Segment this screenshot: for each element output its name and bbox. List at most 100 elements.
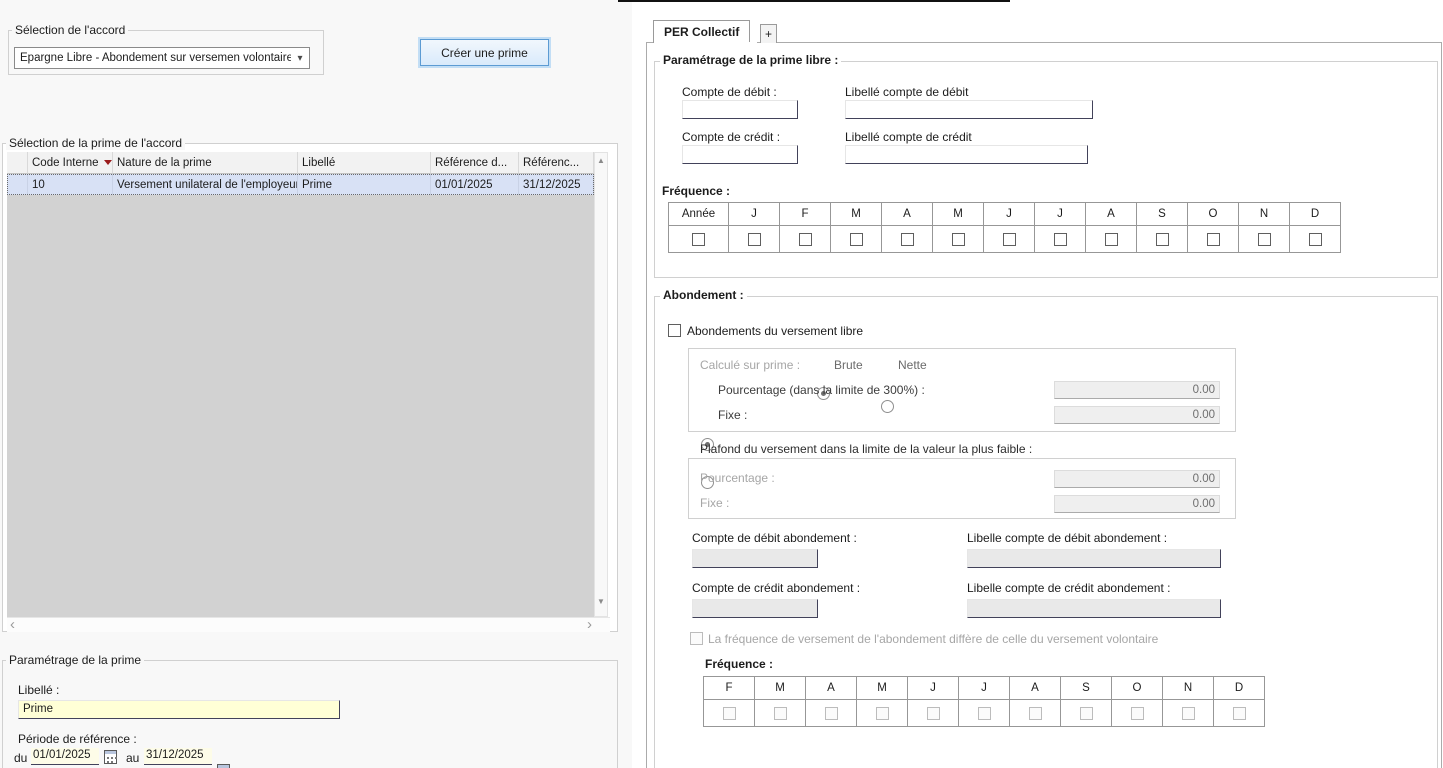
freq-checkbox[interactable] xyxy=(1308,232,1322,246)
abondement-title: Abondement : xyxy=(660,288,747,302)
freq-col-month: N xyxy=(1238,202,1290,226)
date-fin-input[interactable]: 31/12/2025 xyxy=(144,748,212,765)
chevron-down-icon: ▾ xyxy=(297,52,303,64)
plafond-label: Plafond du versement dans la limite de l… xyxy=(700,442,1033,456)
row-nature-cell: Versement unilateral de l'employeur xyxy=(113,174,298,195)
libelle-compte-credit-label: Libellé compte de crédit xyxy=(845,130,972,144)
application-window: Sélection de l'accord Epargne Libre - Ab… xyxy=(0,0,1443,768)
grid-header-reference-debut[interactable]: Référence d... xyxy=(431,152,519,174)
libelle-compte-debit-abondement-input xyxy=(967,549,1221,568)
fixe-input: 0.00 xyxy=(1054,406,1220,424)
compte-credit-label: Compte de crédit : xyxy=(682,130,781,144)
compte-credit-abondement-label: Compte de crédit abondement : xyxy=(692,581,861,595)
freq-ab-col-month: S xyxy=(1060,676,1112,700)
freq-ab-checkbox xyxy=(773,706,787,720)
table-row[interactable]: 10 Versement unilateral de l'employeur P… xyxy=(7,174,594,195)
frequence-header-row: Année J F M A M J J A S O N D xyxy=(668,202,1341,226)
freq-checkbox[interactable] xyxy=(1053,232,1067,246)
accord-dropdown[interactable]: Epargne Libre - Abondement sur versemen … xyxy=(14,47,310,69)
grid-header-nature[interactable]: Nature de la prime xyxy=(113,152,298,174)
freq-ab-col-month: D xyxy=(1213,676,1265,700)
abondement-versement-libre-label: Abondements du versement libre xyxy=(687,324,864,338)
freq-ab-col-month: F xyxy=(703,676,755,700)
freq-checkbox[interactable] xyxy=(1002,232,1016,246)
frequence-checkbox-row xyxy=(668,225,1341,253)
scroll-up-icon[interactable]: ▲ xyxy=(595,156,607,166)
scroll-down-icon[interactable]: ▼ xyxy=(595,597,607,607)
freq-checkbox[interactable] xyxy=(1104,232,1118,246)
fixe-label: Fixe : xyxy=(718,408,748,422)
prime-selection-groupbox-title: Sélection de la prime de l'accord xyxy=(6,136,186,150)
freq-ab-checkbox xyxy=(722,706,736,720)
compte-credit-abondement-input xyxy=(692,599,818,618)
scroll-right-icon[interactable]: › xyxy=(587,617,592,632)
freq-checkbox[interactable] xyxy=(951,232,965,246)
grid-header-row: Code Interne Nature de la prime Libellé … xyxy=(7,152,594,174)
libelle-label: Libellé : xyxy=(18,683,60,697)
freq-ab-col-month: A xyxy=(1009,676,1061,700)
grid-header-reference-fin[interactable]: Référenc... xyxy=(519,152,594,174)
freq-col-month: J xyxy=(1034,202,1086,226)
freq-checkbox[interactable] xyxy=(1257,232,1271,246)
freq-ab-checkbox xyxy=(926,706,940,720)
row-reference-debut-cell: 01/01/2025 xyxy=(431,174,519,195)
freq-checkbox[interactable] xyxy=(692,232,705,246)
pourcentage-300-label: Pourcentage (dans la limite de 300%) : xyxy=(718,383,925,397)
grid-header-selector xyxy=(7,152,28,174)
libelle-compte-debit-abondement-label: Libelle compte de débit abondement : xyxy=(967,531,1168,545)
freq-checkbox[interactable] xyxy=(900,232,914,246)
grid-header-nature-label: Nature de la prime xyxy=(117,156,212,169)
window-title-underline xyxy=(618,0,1010,2)
grid-header-reference-fin-label: Référenc... xyxy=(523,156,580,169)
freq-checkbox[interactable] xyxy=(849,232,863,246)
grid-header-libelle[interactable]: Libellé xyxy=(298,152,431,174)
calendar-icon[interactable] xyxy=(217,764,230,768)
periode-reference-label: Période de référence : xyxy=(18,732,137,746)
freq-col-month: M xyxy=(932,202,984,226)
freq-ab-col-month: M xyxy=(856,676,908,700)
freq-col-month: D xyxy=(1289,202,1341,226)
date-debut-input[interactable]: 01/01/2025 xyxy=(31,748,99,765)
freq-checkbox[interactable] xyxy=(798,232,812,246)
frequence-abondement-checkbox-row xyxy=(703,699,1265,727)
grid-empty-area xyxy=(7,195,594,617)
freq-ab-checkbox xyxy=(1079,706,1093,720)
freq-ab-col-month: J xyxy=(907,676,959,700)
brute-label: Brute xyxy=(834,358,863,372)
grid-header-code-interne[interactable]: Code Interne xyxy=(28,152,113,174)
freq-ab-checkbox xyxy=(1028,706,1042,720)
plafond-pourcentage-label: Pourcentage : xyxy=(700,471,775,485)
plafond-pourcentage-input: 0.00 xyxy=(1054,470,1220,488)
freq-ab-col-month: N xyxy=(1162,676,1214,700)
freq-ab-checkbox xyxy=(1181,706,1195,720)
freq-ab-checkbox xyxy=(977,706,991,720)
scroll-left-icon[interactable]: ‹ xyxy=(10,617,15,632)
compte-debit-input[interactable] xyxy=(682,100,798,119)
row-reference-fin-cell: 31/12/2025 xyxy=(519,174,594,195)
freq-col-month: J xyxy=(728,202,780,226)
libelle-compte-credit-input[interactable] xyxy=(845,145,1088,164)
calendar-icon[interactable] xyxy=(104,750,117,764)
row-libelle-cell: Prime xyxy=(298,174,431,195)
compte-credit-input[interactable] xyxy=(682,145,798,164)
frequence-abondement-table: F M A M J J A S O N D xyxy=(703,676,1265,727)
freq-checkbox[interactable] xyxy=(747,232,761,246)
row-selector-cell xyxy=(7,174,28,195)
grid-vertical-scrollbar[interactable]: ▲ ▼ xyxy=(594,152,608,617)
freq-ab-checkbox xyxy=(1232,706,1246,720)
freq-col-month: F xyxy=(779,202,831,226)
abondement-versement-libre-checkbox[interactable] xyxy=(668,324,681,337)
libelle-input[interactable]: Prime xyxy=(18,700,340,719)
tab-add-button[interactable]: + xyxy=(760,24,777,43)
create-prime-button[interactable]: Créer une prime xyxy=(420,39,549,66)
libelle-compte-credit-abondement-label: Libelle compte de crédit abondement : xyxy=(967,581,1171,595)
grid-horizontal-scrollbar[interactable]: ‹ › xyxy=(7,617,610,632)
tab-per-collectif[interactable]: PER Collectif xyxy=(653,20,751,43)
freq-ab-col-month: M xyxy=(754,676,806,700)
freq-checkbox[interactable] xyxy=(1155,232,1169,246)
freq-checkbox[interactable] xyxy=(1206,232,1220,246)
libelle-compte-debit-input[interactable] xyxy=(845,100,1093,119)
freq-ab-checkbox xyxy=(875,706,889,720)
freq-ab-col-month: O xyxy=(1111,676,1163,700)
frequence-differ-checkbox xyxy=(690,632,703,645)
